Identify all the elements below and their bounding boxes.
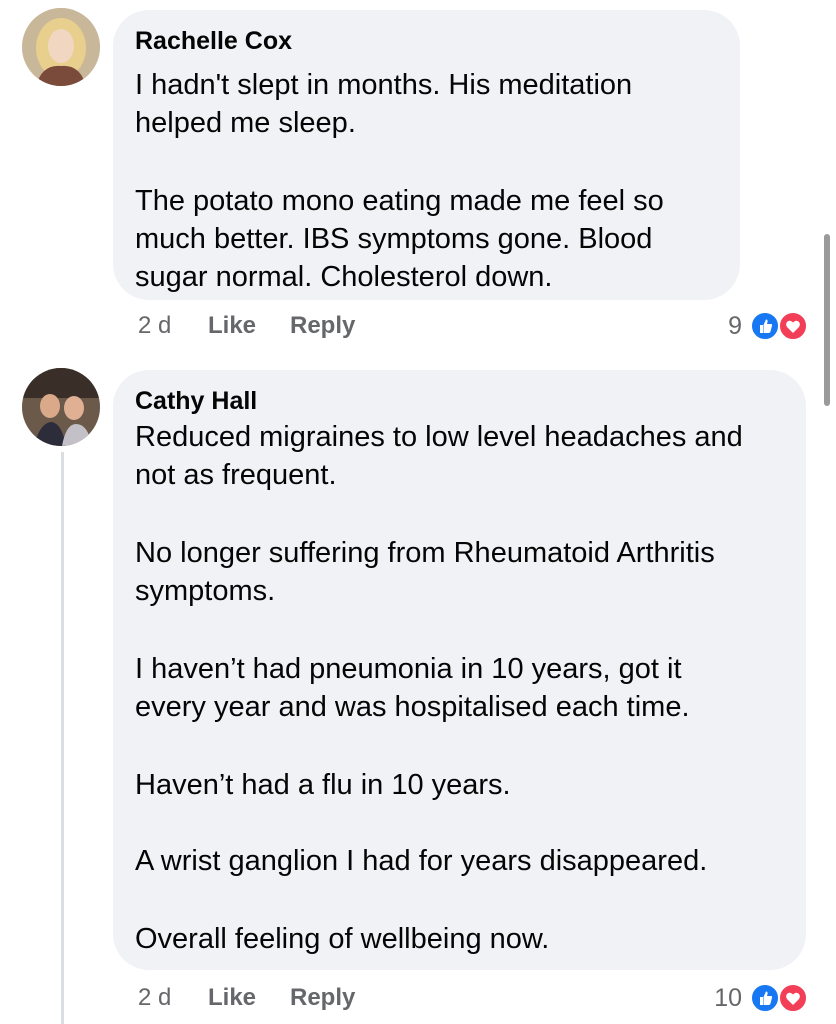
comment-bubble: Rachelle Cox I hadn't slept in months. H…	[113, 10, 740, 300]
reaction-count[interactable]: 10	[690, 983, 742, 1013]
comment-timestamp[interactable]: 2 d	[138, 983, 171, 1013]
comment-paragraph: Reduced migraines to low level headaches…	[135, 421, 743, 491]
comment-paragraph: I haven’t had pneumonia in 10 years, got…	[135, 653, 690, 723]
avatar-cathy-hall[interactable]	[22, 368, 100, 446]
comment-paragraph: I hadn't slept in months. His meditation…	[135, 69, 633, 139]
comment-author[interactable]: Cathy Hall	[135, 386, 257, 416]
comment-paragraph: No longer suffering from Rheumatoid Arth…	[135, 537, 715, 607]
avatar-rachelle-cox[interactable]	[22, 8, 100, 86]
scrollbar[interactable]	[824, 234, 830, 406]
like-icon[interactable]	[750, 983, 780, 1013]
comment-paragraph: Overall feeling of wellbeing now.	[135, 923, 550, 955]
comment-paragraph: The potato mono eating made me feel so m…	[135, 185, 664, 293]
avatar-photo	[22, 8, 100, 86]
comment-bubble: Cathy Hall Reduced migraines to low leve…	[113, 370, 806, 970]
love-icon[interactable]	[778, 311, 808, 341]
comment-paragraph: Haven’t had a flu in 10 years.	[135, 769, 511, 801]
like-button[interactable]: Like	[208, 311, 256, 341]
reaction-count[interactable]: 9	[700, 311, 742, 341]
reply-button[interactable]: Reply	[290, 311, 355, 341]
comment-paragraph: A wrist ganglion I had for years disappe…	[135, 845, 708, 877]
like-button[interactable]: Like	[208, 983, 256, 1013]
like-icon[interactable]	[750, 311, 780, 341]
avatar-photo	[22, 368, 100, 446]
reply-button[interactable]: Reply	[290, 983, 355, 1013]
love-icon[interactable]	[778, 983, 808, 1013]
thread-line	[61, 452, 64, 1024]
comment-author[interactable]: Rachelle Cox	[135, 26, 292, 56]
comment-timestamp[interactable]: 2 d	[138, 311, 171, 341]
